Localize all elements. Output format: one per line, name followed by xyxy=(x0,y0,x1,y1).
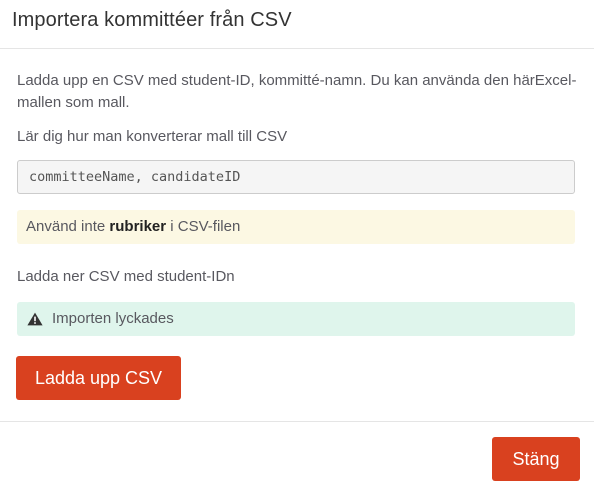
warning-text-after: i CSV-filen xyxy=(166,218,241,235)
description-text: Ladda upp en CSV med student-ID, kommitt… xyxy=(17,72,577,111)
import-success-alert: Importen lyckades xyxy=(17,302,575,336)
convert-template-link[interactable]: Lär dig hur man konverterar mall till CS… xyxy=(17,126,287,148)
dialog-footer: Stäng xyxy=(0,421,594,490)
warning-triangle-icon xyxy=(27,312,43,326)
dialog-header: Importera kommittéer från CSV xyxy=(0,0,594,49)
dialog-title: Importera kommittéer från CSV xyxy=(12,9,292,31)
import-committees-dialog: Importera kommittéer från CSV Ladda upp … xyxy=(0,0,594,490)
success-message: Importen lyckades xyxy=(52,310,174,327)
no-headers-warning: Använd inte rubriker i CSV-filen xyxy=(17,210,575,244)
download-student-ids-link[interactable]: Ladda ner CSV med student-IDn xyxy=(17,266,235,288)
close-button[interactable]: Stäng xyxy=(492,437,580,481)
warning-text-before: Använd inte xyxy=(26,218,110,235)
upload-csv-button[interactable]: Ladda upp CSV xyxy=(16,356,181,400)
warning-text-bold: rubriker xyxy=(109,218,167,235)
csv-format-example: committeeName, candidateID xyxy=(17,160,575,194)
